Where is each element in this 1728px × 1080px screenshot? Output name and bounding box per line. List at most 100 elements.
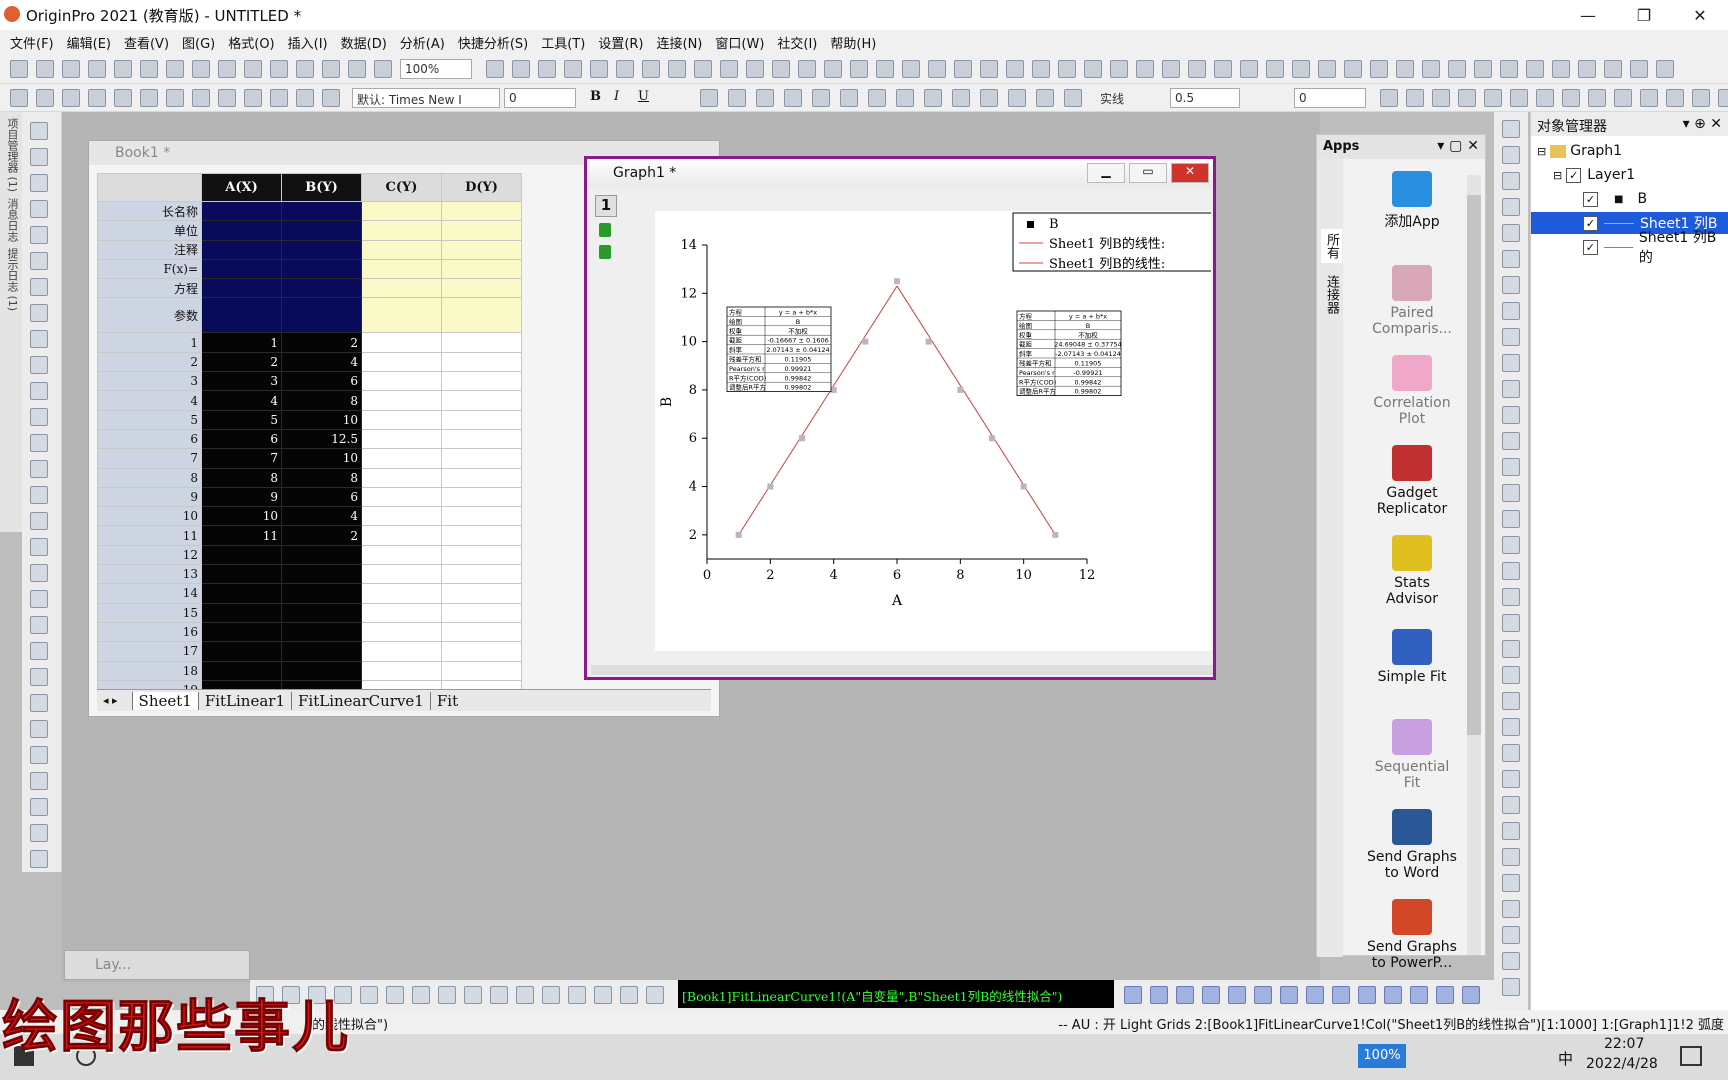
cell[interactable] [441,200,522,222]
line-width-combo[interactable]: 0.5 [1170,88,1240,108]
data-point[interactable] [799,435,805,442]
app-item[interactable]: Send Graphs to PowerP... [1337,899,1487,971]
toolbar-button-icon[interactable] [88,60,106,78]
toolbar-button-icon[interactable] [594,986,612,1004]
cell-a[interactable] [201,583,282,604]
toolbar-button-icon[interactable] [1228,986,1246,1004]
toolbar-button-icon[interactable] [1604,60,1622,78]
cell-a[interactable]: 9 [201,486,282,508]
minimize-button[interactable]: — [1560,0,1616,30]
data-point[interactable] [894,278,900,285]
toolbar-button-icon[interactable] [1484,89,1502,107]
cell-c[interactable] [361,621,442,643]
checkbox-icon[interactable]: ✓ [1583,191,1598,207]
data-point[interactable] [989,435,995,442]
font-size-combo[interactable]: 0 [504,88,576,108]
graph-tool-icon[interactable] [1502,614,1520,632]
tool-icon[interactable] [30,720,48,738]
toolbar-button-icon[interactable] [784,89,802,107]
cell-b[interactable]: 6 [281,486,362,508]
toolbar-button-icon[interactable] [360,986,378,1004]
toolbar-button-icon[interactable] [1344,60,1362,78]
tool-icon[interactable] [30,200,48,218]
graph-tool-icon[interactable] [1502,380,1520,398]
app-item[interactable]: Correlation Plot [1337,355,1487,427]
menu-item[interactable]: 图(G) [182,33,215,52]
graph-tool-icon[interactable] [1502,198,1520,216]
toolbar-button-icon[interactable] [928,60,946,78]
toolbar-button-icon[interactable] [772,60,790,78]
cell-c[interactable] [361,486,442,508]
notification-icon[interactable] [1680,1046,1702,1066]
toolbar-button-icon[interactable] [824,60,842,78]
cell-a[interactable] [201,602,282,623]
cell-b[interactable]: 2 [281,525,362,546]
cell-b[interactable]: 8 [281,390,362,411]
cell-c[interactable] [361,448,442,469]
cell-b[interactable] [281,583,362,604]
toolbar-button-icon[interactable] [140,60,158,78]
cell-a[interactable]: 2 [201,351,282,373]
toolbar-button-icon[interactable] [924,89,942,107]
tool-icon[interactable] [30,694,48,712]
toolbar-button-icon[interactable] [296,60,314,78]
toolbar-button-icon[interactable] [568,986,586,1004]
tool-icon[interactable] [30,538,48,556]
app-item[interactable]: Paired Comparis... [1337,265,1487,337]
toolbar-button-icon[interactable] [902,60,920,78]
graph-close-button[interactable]: ✕ [1171,163,1209,183]
toolbar-button-icon[interactable] [1510,89,1528,107]
tool-icon[interactable] [30,746,48,764]
graph-window[interactable]: Graph1 * ▁ ▭ ✕ 1 0 2 4 6 8 10 12 2 4 6 8 10 12 14 A B B S… [584,156,1216,680]
menu-item[interactable]: 格式(O) [228,33,274,52]
cell[interactable] [361,239,442,260]
cell-b[interactable]: 4 [281,351,362,373]
menu-item[interactable]: 编辑(E) [67,33,111,52]
graph-tool-icon[interactable] [1502,770,1520,788]
clock-date[interactable]: 2022/4/28 [1586,1056,1658,1072]
cell-d[interactable] [441,525,522,546]
menu-item[interactable]: 社交(I) [777,33,817,52]
toolbar-button-icon[interactable] [464,986,482,1004]
row-number[interactable]: 11 [97,525,202,546]
lock-icon[interactable] [599,245,611,259]
graph-tool-icon[interactable] [1502,640,1520,658]
cell[interactable] [201,297,282,334]
cell-c[interactable] [361,371,442,392]
cell-d[interactable] [441,486,522,508]
layer-indicator[interactable]: 1 [595,195,617,217]
toolbar-button-icon[interactable] [1692,89,1710,107]
cell-d[interactable] [441,660,522,681]
row-number[interactable]: 12 [97,544,202,566]
toolbar-button-icon[interactable] [1436,986,1454,1004]
graph-tool-icon[interactable] [1502,796,1520,814]
cell-a[interactable]: 3 [201,371,282,392]
cell-d[interactable] [441,371,522,392]
toolbar-button-icon[interactable] [1656,60,1674,78]
toolbar-button-icon[interactable] [140,89,158,107]
cell-a[interactable]: 11 [201,525,282,546]
cell[interactable] [361,220,442,241]
toolbar-button-icon[interactable] [1474,60,1492,78]
tool-icon[interactable] [30,772,48,790]
toolbar-button-icon[interactable] [1422,60,1440,78]
col-header-d[interactable]: D(Y) [441,173,522,202]
toolbar-button-icon[interactable] [1176,986,1194,1004]
toolbar-button-icon[interactable] [1306,986,1324,1004]
cell-c[interactable] [361,428,442,450]
cell[interactable] [441,220,522,241]
tool-icon[interactable] [30,148,48,166]
toolbar-button-icon[interactable] [192,89,210,107]
toolbar-button-icon[interactable] [244,60,262,78]
menu-item[interactable]: 查看(V) [124,33,169,52]
cell-a[interactable]: 8 [201,467,282,488]
tool-icon[interactable] [30,252,48,270]
graph-tool-icon[interactable] [1502,484,1520,502]
toolbar-button-icon[interactable] [62,60,80,78]
menu-item[interactable]: 文件(F) [10,33,54,52]
tool-icon[interactable] [30,278,48,296]
cell[interactable] [361,200,442,222]
cell-c[interactable] [361,351,442,373]
cell-c[interactable] [361,544,442,566]
toolbar-button-icon[interactable] [980,60,998,78]
